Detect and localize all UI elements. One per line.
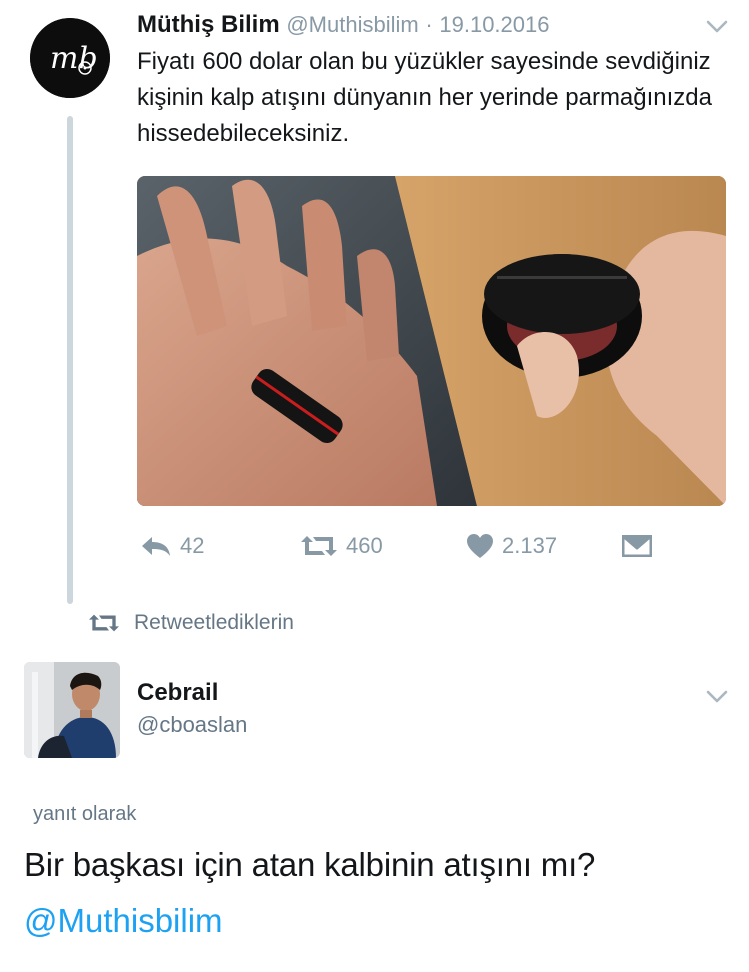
tweet-media-photo[interactable] — [137, 176, 726, 506]
author-avatar[interactable]: mb — [30, 18, 110, 98]
brand-logo-icon: mb — [30, 18, 110, 98]
retweeted-by-row[interactable]: Retweetlediklerin — [88, 608, 294, 638]
retweet-count: 460 — [346, 533, 383, 558]
reply-count: 42 — [180, 533, 205, 558]
direct-message-action[interactable] — [622, 531, 652, 561]
reply-action[interactable]: 42 — [140, 531, 204, 561]
header-separator: · — [425, 12, 433, 37]
tweet-date[interactable]: 19.10.2016 — [439, 12, 549, 37]
heart-icon — [467, 534, 493, 558]
reply-author-name[interactable]: Cebrail — [137, 677, 218, 709]
reply-icon — [142, 537, 170, 556]
envelope-icon — [622, 535, 652, 557]
tweet-header: Müthiş Bilim @Muthisbilim · 19.10.2016 — [137, 8, 549, 42]
profile-photo-image — [24, 662, 120, 758]
chevron-down-icon[interactable] — [706, 20, 728, 34]
retweet-icon — [301, 536, 337, 556]
chevron-down-icon[interactable] — [706, 690, 728, 704]
ring-photo-image — [137, 176, 726, 506]
reply-author-handle[interactable]: @cboaslan — [137, 710, 247, 740]
author-name[interactable]: Müthiş Bilim — [137, 11, 280, 38]
mention-link[interactable]: @Muthisbilim — [24, 900, 223, 942]
reply-to-label: yanıt olarak — [33, 803, 137, 825]
author-handle[interactable]: @Muthisbilim — [286, 12, 418, 37]
retweet-icon — [89, 614, 119, 632]
like-action[interactable]: 2.137 — [466, 531, 557, 561]
retweeted-label: Retweetlediklerin — [134, 611, 294, 634]
reply-author-avatar[interactable] — [24, 662, 120, 758]
reply-text: Bir başkası için atan kalbinin atışını m… — [24, 846, 596, 883]
retweet-action[interactable]: 460 — [300, 531, 383, 561]
tweet-text: Fiyatı 600 dolar olan bu yüzükler sayesi… — [137, 48, 713, 147]
like-count: 2.137 — [502, 533, 558, 558]
thread-connector-line — [67, 116, 73, 604]
